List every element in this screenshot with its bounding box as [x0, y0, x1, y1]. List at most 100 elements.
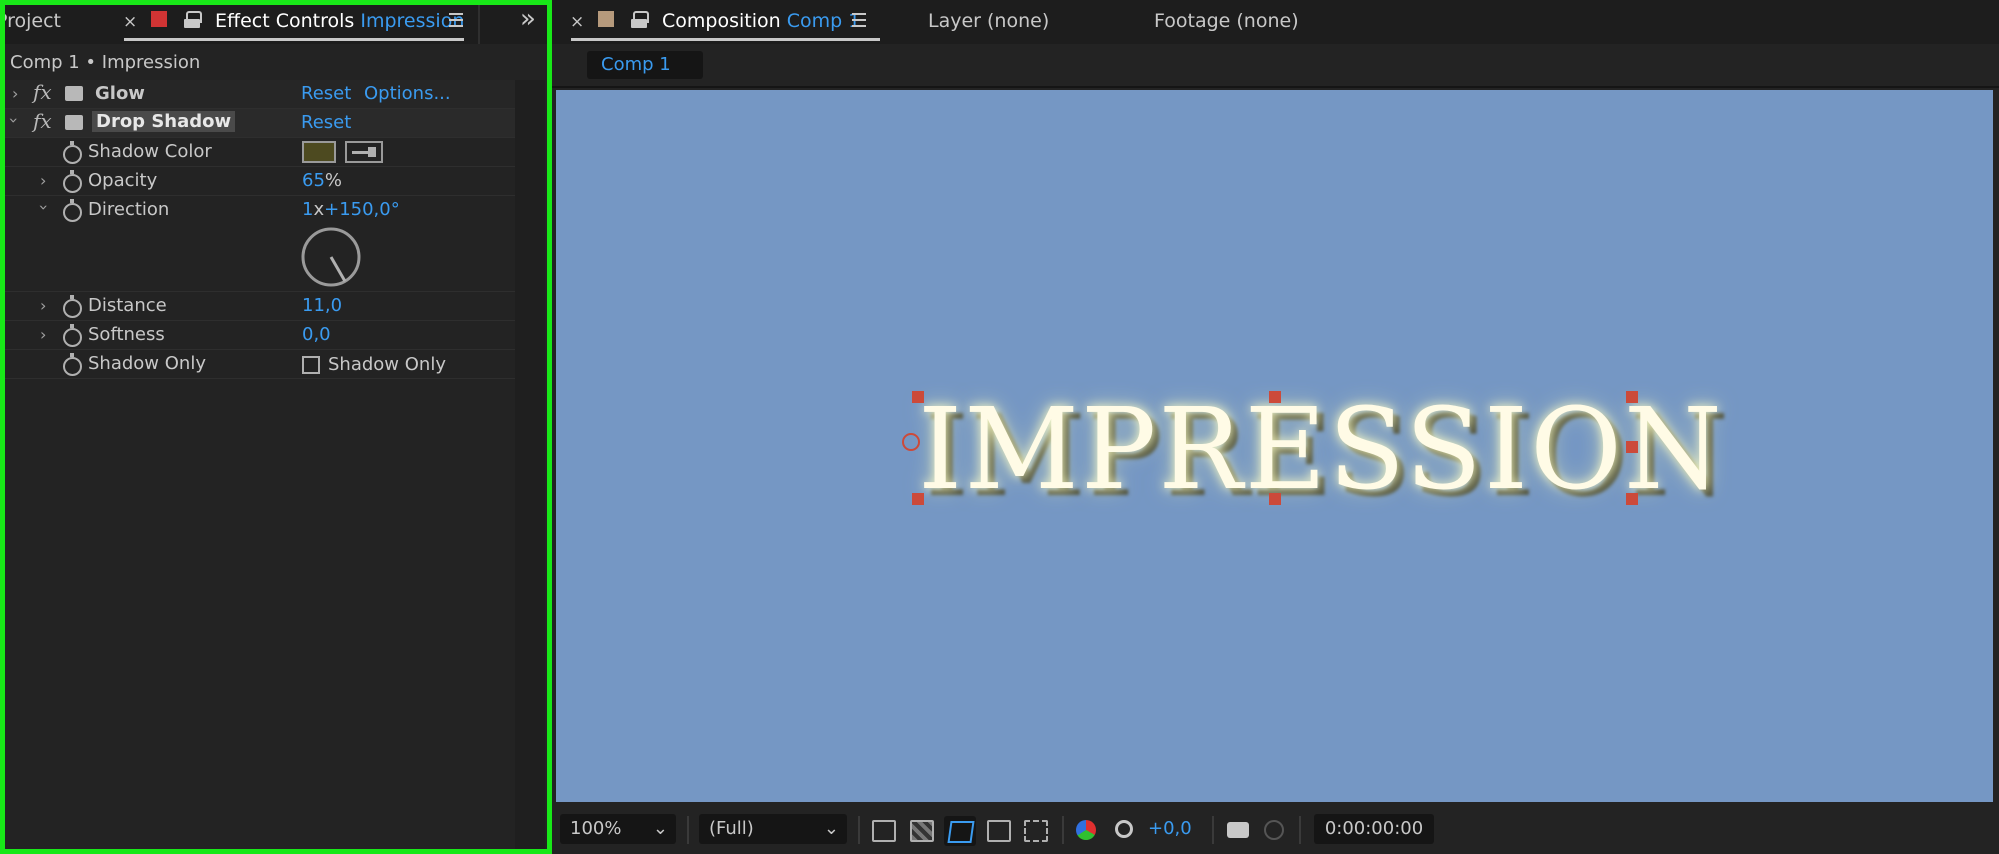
- property-label: Distance: [88, 295, 167, 316]
- exposure-reset-icon[interactable]: [1115, 820, 1133, 838]
- resolution-dropdown[interactable]: (Full) ⌄: [699, 814, 847, 844]
- fx-icon[interactable]: fx: [33, 109, 52, 133]
- panel-menu-icon[interactable]: [852, 13, 866, 15]
- property-row-direction: › Direction 1x+150,0°: [5, 196, 515, 292]
- transform-handle[interactable]: [1269, 493, 1281, 505]
- timecode-display[interactable]: 0:00:00:00: [1314, 814, 1434, 844]
- effect-preset-icon: [65, 115, 83, 130]
- chevron-right-icon[interactable]: ›: [12, 84, 18, 103]
- exposure-value[interactable]: +0,0: [1148, 818, 1192, 839]
- left-tab-bar: Project × Effect Controls Impression »: [0, 0, 548, 44]
- timecode-value: 0:00:00:00: [1324, 818, 1424, 839]
- opacity-number[interactable]: 65: [302, 170, 325, 191]
- shadow-only-checkbox-label[interactable]: Shadow Only: [328, 354, 446, 375]
- drop-shadow-reset-link[interactable]: Reset: [301, 112, 351, 133]
- color-channels-icon[interactable]: [1076, 820, 1096, 840]
- angle-dial[interactable]: [300, 226, 362, 288]
- effect-row-glow[interactable]: › fx Glow Reset Options...: [5, 80, 515, 109]
- stopwatch-icon[interactable]: [63, 295, 82, 318]
- direction-value[interactable]: 1x+150,0°: [302, 199, 400, 220]
- toolbar-divider: [858, 816, 860, 844]
- show-snapshot-icon[interactable]: [1264, 820, 1284, 840]
- softness-value[interactable]: 0,0: [302, 324, 331, 345]
- tab-divider: [478, 0, 480, 44]
- tab-composition-label: Composition: [662, 10, 781, 32]
- stopwatch-icon[interactable]: [63, 141, 82, 164]
- distance-value[interactable]: 11,0: [302, 295, 342, 316]
- stopwatch-icon[interactable]: [63, 353, 82, 376]
- stopwatch-icon[interactable]: [63, 324, 82, 347]
- active-tab-underline: [124, 38, 464, 41]
- chevron-down-icon[interactable]: ›: [35, 204, 54, 210]
- region-of-interest-icon[interactable]: [987, 820, 1011, 842]
- transform-handle[interactable]: [1626, 493, 1638, 505]
- direction-revolutions[interactable]: 1: [302, 199, 313, 220]
- comp-subtab[interactable]: Comp 1: [587, 51, 703, 79]
- right-tab-bar: × Composition Comp 1 Layer (none) Footag…: [552, 0, 1999, 44]
- toolbar-divider: [1212, 816, 1214, 844]
- lock-icon-body: [631, 19, 647, 28]
- shadow-only-checkbox[interactable]: [302, 356, 320, 374]
- fast-previews-icon[interactable]: [872, 820, 896, 842]
- snapshot-camera-icon[interactable]: [1227, 822, 1249, 838]
- tab-composition[interactable]: Composition Comp 1: [662, 10, 860, 32]
- direction-angle[interactable]: +150,0°: [324, 199, 400, 220]
- glow-options-link[interactable]: Options...: [364, 83, 451, 104]
- glow-reset-link[interactable]: Reset: [301, 83, 351, 104]
- property-row-distance: › Distance 11,0: [5, 292, 515, 321]
- effect-row-drop-shadow[interactable]: › fx Drop Shadow Reset: [5, 109, 515, 138]
- transparency-grid-icon[interactable]: [910, 820, 934, 842]
- active-tab-underline: [571, 38, 880, 41]
- chevron-right-icon[interactable]: ›: [40, 171, 46, 190]
- transform-handle[interactable]: [1269, 391, 1281, 403]
- comp-subtab-label: Comp 1: [601, 54, 671, 75]
- tab-effect-controls-label: Effect Controls: [215, 10, 355, 32]
- chevron-down-icon: ⌄: [652, 818, 668, 839]
- label-color-swatch[interactable]: [598, 11, 614, 27]
- opacity-value[interactable]: 65%: [302, 170, 342, 191]
- property-label: Softness: [88, 324, 165, 345]
- toolbar-divider: [1299, 816, 1301, 844]
- shadow-color-swatch[interactable]: [302, 141, 336, 163]
- overflow-chevrons-icon[interactable]: »: [520, 4, 536, 34]
- viewer-divider: [552, 86, 1999, 88]
- property-row-shadow-color: Shadow Color: [5, 138, 515, 167]
- panel-menu-icon[interactable]: [449, 13, 463, 15]
- text-layer-impression[interactable]: IMPRESSION: [918, 385, 1724, 515]
- transform-handle[interactable]: [912, 493, 924, 505]
- transform-handle[interactable]: [1626, 391, 1638, 403]
- effect-name-glow: Glow: [95, 83, 145, 104]
- property-label: Shadow Only: [88, 353, 206, 374]
- resolution-value: (Full): [709, 818, 754, 839]
- tab-project[interactable]: Project: [0, 10, 61, 32]
- chevron-down-icon[interactable]: ›: [5, 117, 24, 123]
- fx-icon[interactable]: fx: [33, 80, 52, 104]
- transform-handle[interactable]: [1626, 441, 1638, 453]
- magnification-value: 100%: [570, 818, 622, 839]
- anchor-point-icon[interactable]: [902, 433, 920, 451]
- magnification-dropdown[interactable]: 100% ⌄: [560, 814, 676, 844]
- stopwatch-icon[interactable]: [63, 199, 82, 222]
- scrollbar[interactable]: [515, 80, 545, 850]
- transform-handle[interactable]: [912, 391, 924, 403]
- stopwatch-icon[interactable]: [63, 170, 82, 193]
- property-label: Shadow Color: [88, 141, 212, 162]
- tab-footage[interactable]: Footage (none): [1154, 10, 1299, 32]
- close-icon[interactable]: ×: [123, 12, 137, 32]
- property-label: Direction: [88, 199, 170, 220]
- chevron-right-icon[interactable]: ›: [40, 296, 46, 315]
- tab-effect-controls[interactable]: Effect Controls Impression: [215, 10, 464, 32]
- chevron-right-icon[interactable]: ›: [40, 325, 46, 344]
- mask-visibility-icon: [947, 821, 975, 843]
- toolbar-divider: [687, 816, 689, 844]
- property-row-softness: › Softness 0,0: [5, 321, 515, 350]
- effect-name-drop-shadow: Drop Shadow: [92, 111, 236, 132]
- close-icon[interactable]: ×: [570, 12, 584, 32]
- eyedropper-icon[interactable]: [345, 141, 383, 163]
- label-color-swatch[interactable]: [151, 11, 167, 27]
- mask-visibility-button[interactable]: [944, 816, 976, 846]
- breadcrumb: Comp 1 • Impression: [10, 52, 201, 73]
- tab-comp-name: Comp 1: [786, 10, 861, 32]
- tab-layer[interactable]: Layer (none): [928, 10, 1049, 32]
- grid-guides-icon[interactable]: [1024, 820, 1048, 842]
